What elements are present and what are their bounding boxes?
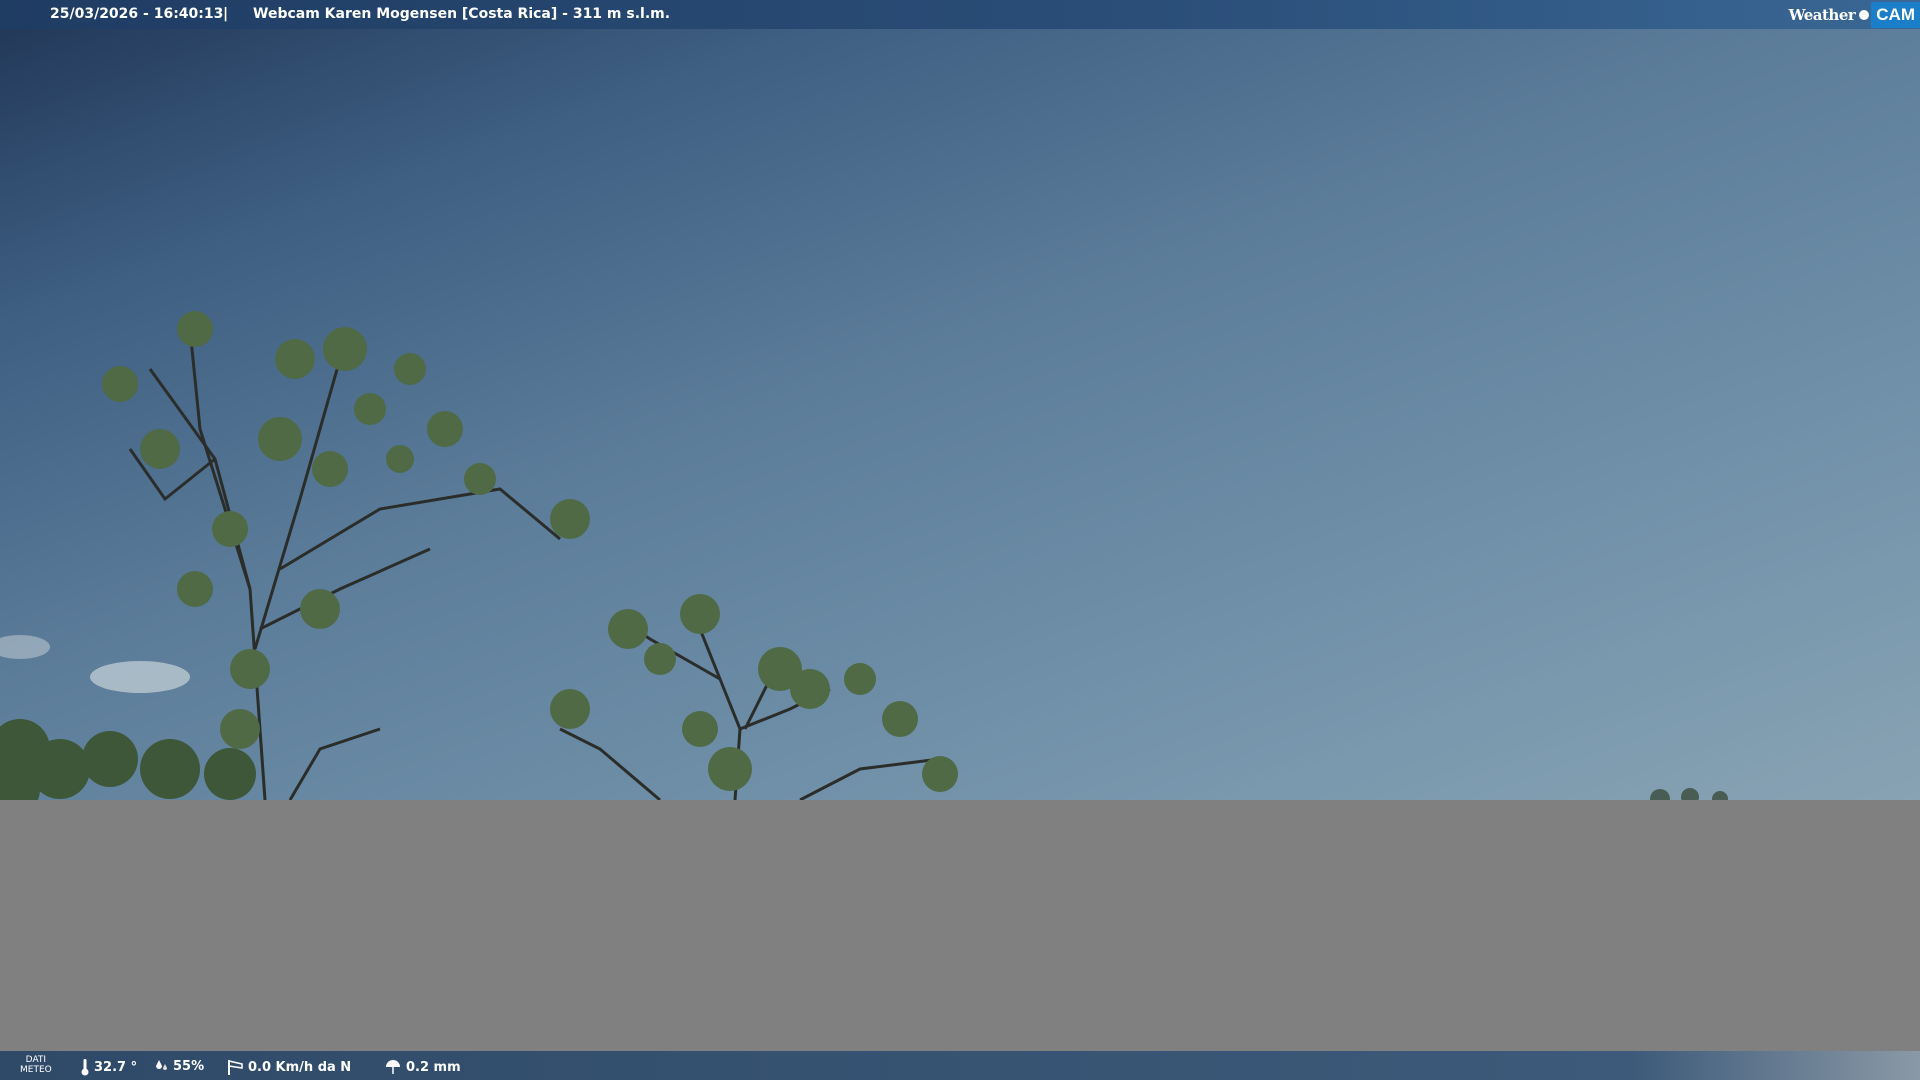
gray-overlay xyxy=(0,800,1920,1051)
temperature-reading: 32.7 ° xyxy=(80,1058,137,1076)
webcam-image xyxy=(0,29,1920,800)
wind-value: 0.0 Km/h da N xyxy=(248,1059,352,1075)
weathercam-logo[interactable]: Weather CAM xyxy=(1789,0,1920,29)
webcam-title: Webcam Karen Mogensen [Costa Rica] - 311… xyxy=(253,6,671,22)
logo-weather-text: Weather xyxy=(1788,5,1856,24)
windsock-icon xyxy=(228,1060,243,1075)
rain-reading: 0.2 mm xyxy=(384,1058,461,1076)
humidity-drops-icon xyxy=(156,1060,167,1070)
rain-value: 0.2 mm xyxy=(406,1059,461,1075)
meteo-data-bar: DATI METEO 32.7 ° 55% 0.0 Km/h da N 0.2 … xyxy=(0,1051,1920,1080)
logo-cam-text: CAM xyxy=(1871,1,1920,28)
tree-silhouettes xyxy=(0,311,1728,800)
thermometer-icon xyxy=(81,1059,89,1076)
temperature-value: 32.7 ° xyxy=(94,1059,138,1075)
meteo-label: DATI METEO xyxy=(20,1055,52,1075)
humidity-value: 55% xyxy=(173,1058,205,1074)
umbrella-rain-icon xyxy=(386,1060,400,1074)
wind-reading: 0.0 Km/h da N xyxy=(226,1058,351,1076)
separator: | xyxy=(223,6,229,22)
humidity-reading: 55% xyxy=(153,1058,204,1074)
timestamp: 25/03/2026 - 16:40:13 xyxy=(50,6,224,22)
top-info-bar: 25/03/2026 - 16:40:13 | Webcam Karen Mog… xyxy=(0,0,1920,29)
logo-dot-icon xyxy=(1859,9,1870,20)
